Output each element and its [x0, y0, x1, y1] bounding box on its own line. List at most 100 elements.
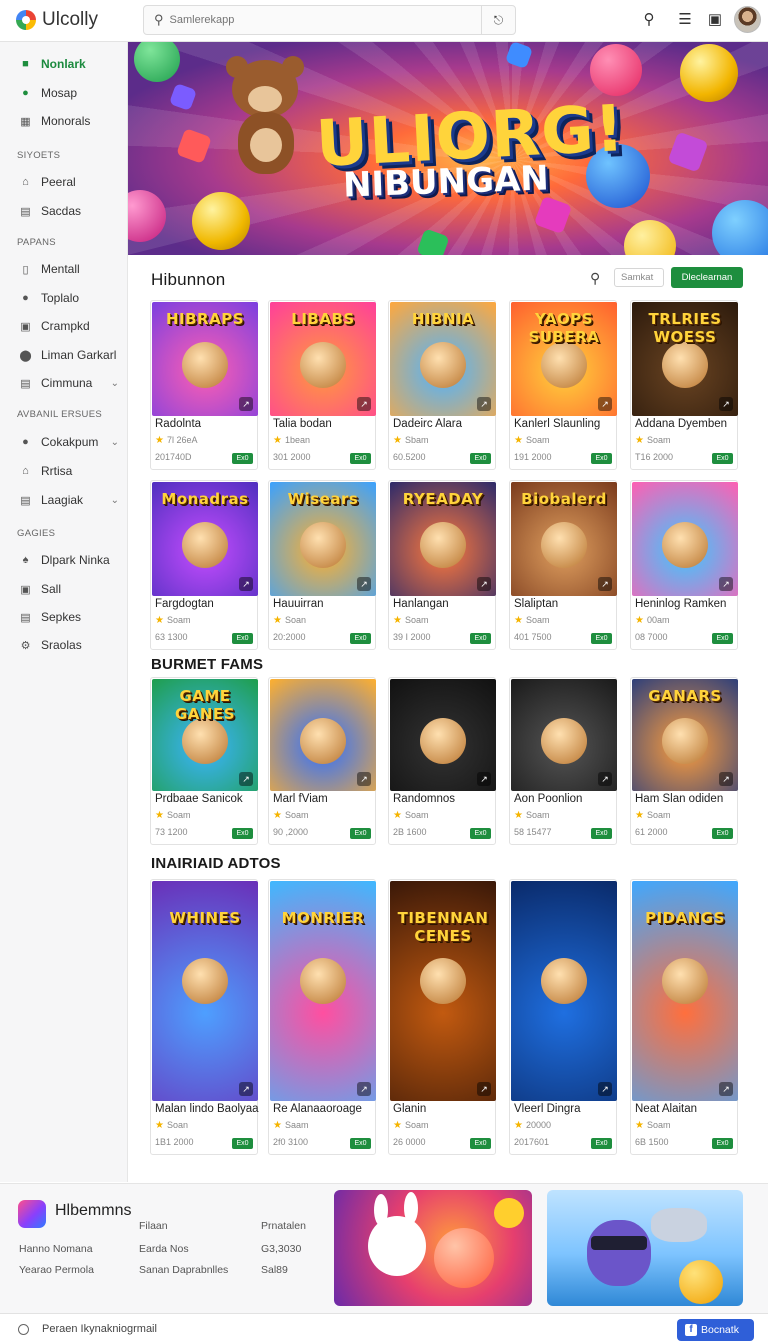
game-artwork[interactable]: MONRIER ↗ — [270, 881, 376, 1101]
sidebar-item-sraolas[interactable]: ⚙ Sraolas — [0, 634, 128, 656]
expand-icon[interactable]: ↗ — [598, 577, 612, 591]
game-artwork[interactable]: HIBRAPS ↗ — [152, 302, 258, 416]
game-artwork[interactable]: TRLRIES WOESS ↗ — [632, 302, 738, 416]
sidebar-item-crampkd[interactable]: ▣ Crampkd — [0, 315, 128, 337]
expand-icon[interactable]: ↗ — [239, 772, 253, 786]
expand-icon[interactable]: ↗ — [598, 772, 612, 786]
search-input[interactable] — [169, 14, 470, 26]
game-artwork[interactable]: GAME GANES ↗ — [152, 679, 258, 791]
game-card[interactable]: GAME GANES ↗ Prdbaae Sanicok ★ Soam 73 1200 Ex… — [150, 677, 258, 845]
expand-icon[interactable]: ↗ — [598, 1082, 612, 1096]
search-icon[interactable]: ⚲ — [639, 10, 659, 28]
section-action-button[interactable]: Dleclearnan — [671, 267, 743, 288]
expand-icon[interactable]: ↗ — [239, 1082, 253, 1096]
sidebar-item-cimmuna[interactable]: ▤ Cimmuna ⌄ — [0, 372, 128, 394]
footer-link[interactable]: Sanan Daprabnlles — [139, 1264, 228, 1276]
game-artwork[interactable]: Biobalerd ↗ — [511, 482, 617, 596]
expand-icon[interactable]: ↗ — [357, 397, 371, 411]
expand-icon[interactable]: ↗ — [477, 772, 491, 786]
game-card[interactable]: WHINES ↗ Malan lindo Baolyaa ★ Soan 1B1 2000 E… — [150, 879, 259, 1155]
sidebar-item-sacdas[interactable]: ▤ Sacdas — [0, 200, 128, 222]
expand-icon[interactable]: ↗ — [477, 577, 491, 591]
chevron-down-icon[interactable]: ⌄ — [111, 495, 119, 506]
footer-promo-banner[interactable] — [334, 1190, 532, 1306]
game-card[interactable]: Biobalerd ↗ Slaliptan ★ Soam 401 7500 Ex0 — [509, 480, 617, 650]
game-card[interactable]: HIBRAPS ↗ Radolnta ★ 7l 26eA 201740D Ex0 — [150, 300, 258, 470]
mic-icon[interactable]: ⎋ — [481, 6, 515, 34]
game-artwork[interactable]: YAOPS SUBERA ↗ — [511, 302, 617, 416]
game-artwork[interactable]: ↗ — [390, 679, 496, 791]
game-artwork[interactable]: PIDANGS ↗ — [632, 881, 738, 1101]
sidebar-item-rrtisa[interactable]: ⌂ Rrtisa — [0, 460, 128, 482]
game-card[interactable]: RYEADAY ↗ Hanlangan ★ Soam 39 I 2000 Ex0 — [388, 480, 496, 650]
footer-link[interactable]: Sal89 — [261, 1264, 288, 1276]
sidebar-item-cokakpum[interactable]: ● Cokakpum ⌄ — [0, 431, 128, 453]
sidebar-item-peeral[interactable]: ⌂ Peeral — [0, 171, 128, 193]
footer-link[interactable]: Yearao Permola — [19, 1264, 94, 1276]
expand-icon[interactable]: ↗ — [719, 397, 733, 411]
game-card[interactable]: ↗ Heninlog Ramken ★ 00am 08 7000 Ex0 — [630, 480, 738, 650]
game-card[interactable]: LIBABS ↗ Talia bodan ★ 1bean 301 2000 Ex0 — [268, 300, 376, 470]
game-card[interactable]: ↗ Marl fViam ★ Soam 90 ,2000 Ex0 — [268, 677, 376, 845]
search-bar[interactable]: ⚲ ⎋ — [143, 5, 516, 35]
game-card[interactable]: MONRIER ↗ Re Alanaaoroage ★ Saam 2f0 3100 Ex0 — [268, 879, 376, 1155]
game-card[interactable]: ↗ Vleerl Dingra ★ 20000 2017601 Ex0 — [509, 879, 617, 1155]
menu-icon[interactable]: ☰ — [675, 10, 695, 28]
search-icon[interactable]: ⚲ — [590, 270, 600, 287]
game-card[interactable]: PIDANGS ↗ Neat Alaitan ★ Soam 6B 1500 Ex0 — [630, 879, 738, 1155]
sidebar-item-mentall[interactable]: ▯ Mentall — [0, 258, 128, 280]
game-artwork[interactable]: RYEADAY ↗ — [390, 482, 496, 596]
game-artwork[interactable]: ↗ — [270, 679, 376, 791]
footer-promo-banner[interactable] — [547, 1190, 743, 1306]
expand-icon[interactable]: ↗ — [477, 1082, 491, 1096]
game-card[interactable]: GANARS ↗ Ham Slan odiden ★ Soam 61 2000 Ex0 — [630, 677, 738, 845]
expand-icon[interactable]: ↗ — [719, 577, 733, 591]
footer-link[interactable]: Hanno Nomana — [19, 1243, 93, 1255]
sidebar-item-laagiak[interactable]: ▤ Laagiak ⌄ — [0, 489, 128, 511]
app-logo[interactable]: Ulcolly — [16, 9, 98, 31]
sidebar-item-sall[interactable]: ▣ Sall — [0, 578, 128, 600]
footer-link[interactable]: G3,3030 — [261, 1243, 301, 1255]
game-artwork[interactable]: ↗ — [632, 482, 738, 596]
game-card[interactable]: ↗ Randomnos ★ Soam 2B 1600 Ex0 — [388, 677, 496, 845]
game-artwork[interactable]: Monadras ↗ — [152, 482, 258, 596]
avatar[interactable] — [734, 6, 761, 33]
chevron-down-icon[interactable]: ⌄ — [111, 378, 119, 389]
sidebar-item-dlpark-ninka[interactable]: ♠ Dlpark Ninka — [0, 549, 128, 571]
game-artwork[interactable]: ↗ — [511, 881, 617, 1101]
expand-icon[interactable]: ↗ — [719, 1082, 733, 1096]
hero-banner[interactable]: ULIORG! NIBUNGAN — [128, 42, 768, 255]
game-card[interactable]: TIBENNAN CENES ↗ Glanin ★ Soam 26 0000 Ex0 — [388, 879, 496, 1155]
sidebar-item-nonlark[interactable]: ■ Nonlark — [0, 53, 128, 75]
sidebar-item-sepkes[interactable]: ▤ Sepkes — [0, 606, 128, 628]
game-artwork[interactable]: Wisears ↗ — [270, 482, 376, 596]
game-artwork[interactable]: HIBNIA ↗ — [390, 302, 496, 416]
game-artwork[interactable]: WHINES ↗ — [152, 881, 258, 1101]
game-card[interactable]: TRLRIES WOESS ↗ Addana Dyemben ★ Soam T16 200… — [630, 300, 738, 470]
game-artwork[interactable]: GANARS ↗ — [632, 679, 738, 791]
game-card[interactable]: Monadras ↗ Fargdogtan ★ Soam 63 1300 Ex0 — [150, 480, 258, 650]
chevron-down-icon[interactable]: ⌄ — [111, 437, 119, 448]
expand-icon[interactable]: ↗ — [719, 772, 733, 786]
expand-icon[interactable]: ↗ — [598, 397, 612, 411]
game-card[interactable]: ↗ Aon Poonlion ★ Soam 58 15477 Ex0 — [509, 677, 617, 845]
game-card[interactable]: YAOPS SUBERA ↗ Kanlerl Slaunling ★ Soam 191 2… — [509, 300, 617, 470]
game-artwork[interactable]: ↗ — [511, 679, 617, 791]
game-card[interactable]: Wisears ↗ Hauuirran ★ Soan 20:2000 Ex0 — [268, 480, 376, 650]
sidebar-item-monorals[interactable]: ▦ Monorals — [0, 110, 128, 132]
expand-icon[interactable]: ↗ — [357, 772, 371, 786]
sidebar-item-liman-garkarl[interactable]: ⬤ Liman Garkarl — [0, 344, 128, 366]
expand-icon[interactable]: ↗ — [357, 1082, 371, 1096]
game-card[interactable]: HIBNIA ↗ Dadeirc Alara ★ Sbam 60.5200 Ex0 — [388, 300, 496, 470]
window-icon[interactable]: ▣ — [705, 10, 725, 28]
expand-icon[interactable]: ↗ — [477, 397, 491, 411]
footer-link[interactable]: Earda Nos — [139, 1243, 189, 1255]
expand-icon[interactable]: ↗ — [239, 397, 253, 411]
game-artwork[interactable]: TIBENNAN CENES ↗ — [390, 881, 496, 1101]
game-artwork[interactable]: LIBABS ↗ — [270, 302, 376, 416]
sidebar-item-toplalo[interactable]: ● Toplalo — [0, 287, 128, 309]
facebook-button[interactable]: f Bocnatk — [677, 1319, 754, 1341]
expand-icon[interactable]: ↗ — [357, 577, 371, 591]
sidebar-item-mosap[interactable]: ● Mosap — [0, 82, 128, 104]
expand-icon[interactable]: ↗ — [239, 577, 253, 591]
